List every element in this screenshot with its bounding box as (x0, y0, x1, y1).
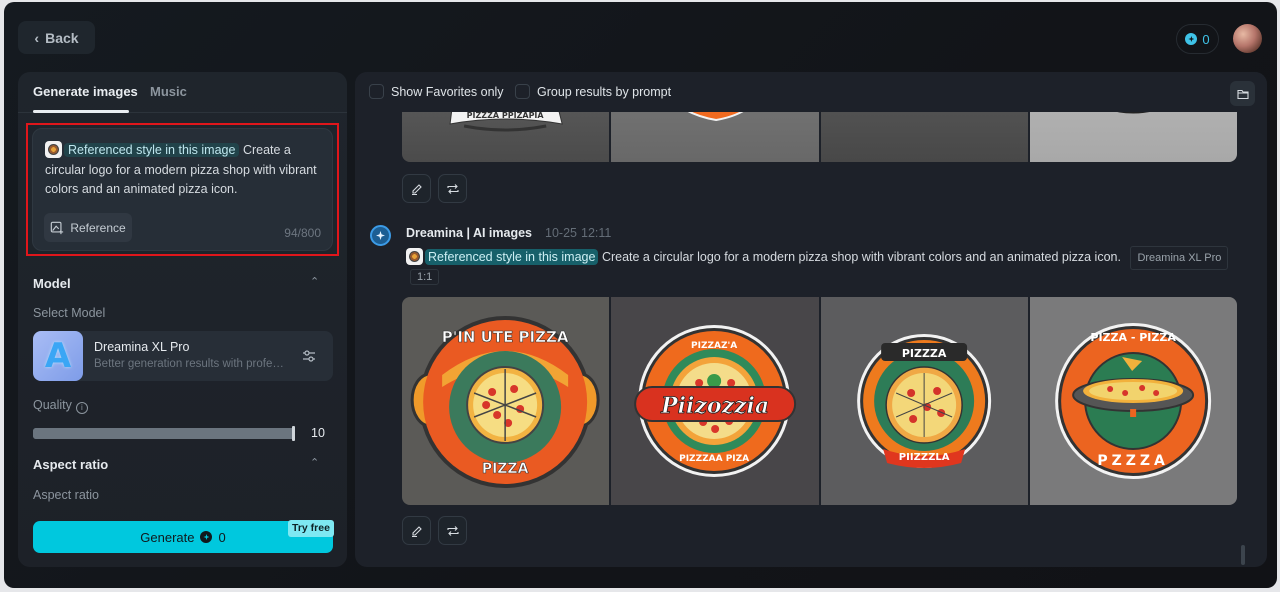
svg-text:PIZZZA: PIZZZA (901, 347, 946, 360)
bot-avatar-icon (370, 225, 391, 246)
credits-badge[interactable]: 0 (1176, 24, 1219, 54)
user-avatar[interactable] (1233, 24, 1262, 53)
quality-value: 10 (311, 426, 325, 440)
reference-button[interactable]: Reference (44, 213, 132, 242)
svg-text:PIZZA: PIZZA (482, 461, 529, 477)
message-time: 12:11 (581, 226, 612, 240)
repeat-icon (446, 183, 459, 194)
repeat-icon (446, 525, 459, 536)
svg-text:PZZZA: PZZZA (1097, 453, 1169, 469)
reference-style-chip: Referenced style in this image (64, 143, 240, 157)
aspect-ratio-tag: 1:1 (410, 269, 440, 285)
regenerate-button[interactable] (438, 516, 467, 545)
chevron-left-icon: ‹ (34, 29, 40, 46)
aspect-ratio-section-title: Aspect ratio (33, 457, 109, 472)
reference-image-thumbnail[interactable] (406, 248, 423, 265)
author-name: Dreamina | AI images (406, 226, 533, 240)
quality-slider[interactable] (33, 426, 295, 441)
folder-icon (1236, 89, 1249, 99)
slider-thumb[interactable] (292, 426, 295, 441)
reference-label: Reference (70, 220, 126, 235)
results-panel: Show Favorites only Group results by pro… (355, 72, 1267, 567)
model-logo-icon: A (33, 331, 83, 381)
prompt-text[interactable]: Referenced style in this image Create a … (45, 141, 325, 200)
image-add-icon (51, 221, 64, 234)
tab-generate-images[interactable]: Generate images (33, 84, 138, 99)
slider-fill (33, 428, 295, 439)
prompt-text: Create a circular logo for a modern pizz… (601, 250, 1121, 264)
result-image-2[interactable]: Piizozzia PIZZAZ'A PIZZZAA PIZA (611, 297, 819, 505)
filter-bar: Show Favorites only Group results by pro… (355, 72, 1267, 112)
message-prompt: Referenced style in this image Create a … (406, 246, 1229, 270)
select-model-label: Select Model (33, 306, 106, 320)
svg-text:PIZZZAA PIZA: PIZZZAA PIZA (679, 454, 749, 464)
credit-coin-icon (1185, 33, 1198, 45)
model-section-title: Model (33, 276, 71, 291)
tab-music[interactable]: Music (150, 84, 187, 99)
favorites-label[interactable]: Show Favorites only (391, 85, 504, 99)
tab-bar: Generate images Music (18, 72, 347, 113)
pencil-icon (411, 183, 422, 195)
folder-button[interactable] (1230, 81, 1255, 106)
result-image-1[interactable]: P'IN UTE PIZZA PIZZA (402, 297, 610, 505)
generate-label: Generate (140, 529, 195, 545)
model-name: Dreamina XL Pro (94, 340, 190, 354)
edit-button[interactable] (402, 516, 431, 545)
group-by-prompt-checkbox[interactable] (515, 84, 530, 99)
prompt-input[interactable]: Referenced style in this image Create a … (32, 128, 333, 251)
svg-text:PIZZAZ'A: PIZZAZ'A (691, 341, 737, 351)
reference-image-thumbnail (45, 141, 62, 158)
reference-style-chip: Referenced style in this image (425, 249, 599, 265)
aspect-ratio-label: Aspect ratio (33, 488, 100, 502)
message-date: 10-25 (545, 226, 577, 240)
result-image-3[interactable]: PIZZZA PIIZZZLA (820, 297, 1028, 505)
generation-panel: Generate images Music Referenced style i… (18, 72, 347, 567)
pencil-icon (411, 525, 422, 537)
favorites-checkbox[interactable] (369, 84, 384, 99)
chevron-up-icon[interactable]: ⌃ (310, 456, 322, 469)
model-description: Better generation results with professio… (94, 358, 284, 370)
edit-button[interactable] (402, 174, 431, 203)
results-scrollbar[interactable] (1241, 545, 1245, 565)
svg-text:PIZZZA PPIZAPIA: PIZZZA PPIZAPIA (467, 111, 545, 120)
result-image-4[interactable]: PIZZA - PIZZA PZZZA (1029, 297, 1237, 505)
svg-text:PIZZA - PIZZA: PIZZA - PIZZA (1090, 331, 1176, 344)
group-by-prompt-label[interactable]: Group results by prompt (537, 85, 671, 99)
credits-count: 0 (1202, 31, 1210, 47)
active-tab-indicator (33, 110, 129, 113)
regenerate-button[interactable] (438, 174, 467, 203)
try-free-badge: Try free (288, 520, 334, 537)
info-icon[interactable]: i (75, 402, 88, 414)
model-selector[interactable]: A Dreamina XL Pro Better generation resu… (33, 331, 333, 381)
chevron-up-icon[interactable]: ⌃ (310, 275, 322, 288)
result-image-grid: P'IN UTE PIZZA PIZZA Piizozzia PIZZAZ'A … (402, 297, 1237, 505)
credit-coin-icon (200, 531, 213, 543)
quality-label: Quality i (33, 398, 88, 414)
svg-text:Piizozzia: Piizozzia (660, 393, 769, 419)
svg-text:P'IN UTE PIZZA: P'IN UTE PIZZA (442, 328, 569, 346)
back-button[interactable]: ‹ Back (18, 21, 95, 54)
generate-cost: 0 (218, 529, 226, 545)
svg-text:PIIZZZLA: PIIZZZLA (898, 452, 949, 463)
model-tag: Dreamina XL Pro (1130, 246, 1229, 270)
back-label: Back (45, 29, 79, 46)
app-window: ‹ Back 0 Generate images Music Reference… (4, 2, 1277, 588)
character-count: 94/800 (284, 226, 321, 240)
sliders-icon[interactable] (301, 348, 317, 364)
